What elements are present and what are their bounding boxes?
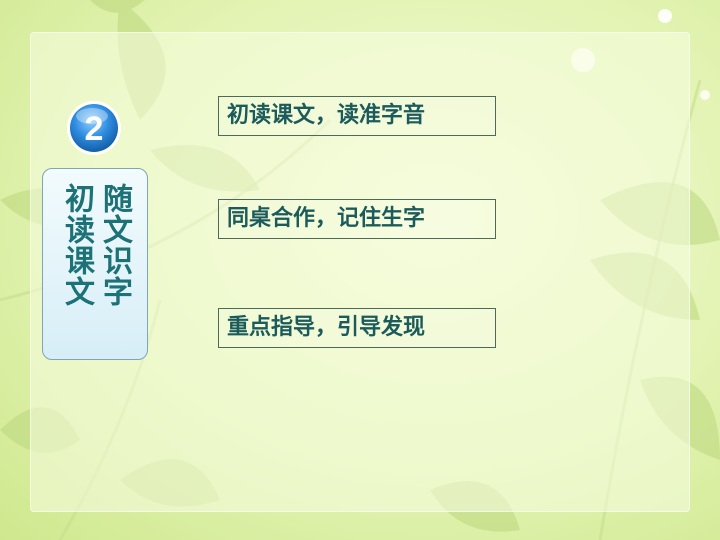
step-box-3[interactable]: 重点指导，引导发现 xyxy=(218,308,496,348)
step-box-2[interactable]: 同桌合作，记住生字 xyxy=(218,199,496,239)
number-badge-icon: 2 xyxy=(67,101,121,155)
section-title-line1: 随文识字 xyxy=(97,183,132,307)
section-title-line2: 初读课文 xyxy=(59,183,94,307)
section-title-box: 随文识字 初读课文 xyxy=(42,168,148,360)
badge-number: 2 xyxy=(85,110,104,148)
step-box-1[interactable]: 初读课文，读准字音 xyxy=(218,96,496,136)
